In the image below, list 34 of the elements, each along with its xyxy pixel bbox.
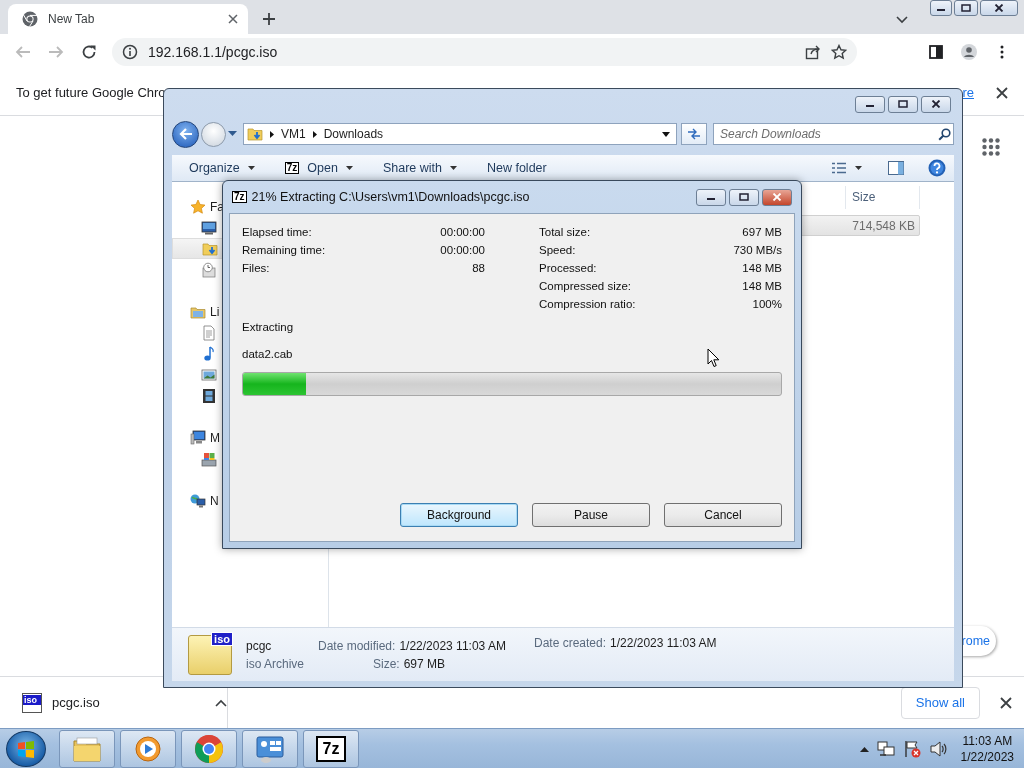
file-icon-label: iso <box>23 694 41 705</box>
app-logo-icon: 7z <box>316 735 346 762</box>
stat-label: Compressed size: <box>539 280 633 292</box>
app-logo-icon: 7z <box>284 162 300 174</box>
file-icon-label: iso <box>211 631 233 646</box>
detail-label: Date created: <box>534 636 607 650</box>
stat-value: 148 MB <box>741 280 782 292</box>
stat-label: Compression ratio: <box>539 298 637 310</box>
stat-value: 697 MB <box>741 226 782 238</box>
status-text: Extracting <box>242 321 294 333</box>
detail-label: Date modified: <box>318 638 396 653</box>
stat-label: Files: <box>242 262 271 274</box>
stat-value: 00:00:00 <box>440 244 485 256</box>
stat-value: 730 MB/s <box>733 244 782 256</box>
stat-label: Speed: <box>539 244 577 256</box>
file-name: pcgc <box>246 638 273 653</box>
stat-label: Remaining time: <box>242 244 327 256</box>
stat-label: Processed: <box>539 262 598 274</box>
download-filename: pcgc.iso <box>52 695 101 710</box>
window-title: 21% Extracting C:\Users\vm1\Downloads\pcgc.iso <box>251 190 531 204</box>
stat-value: 88 <box>471 262 485 274</box>
detail-value: 1/22/2023 11:03 AM <box>399 638 506 653</box>
current-file: data2.cab <box>242 348 293 360</box>
detail-label: Size: <box>373 656 400 671</box>
stat-value: 00:00:00 <box>440 226 485 238</box>
stat-label: Total size: <box>539 226 592 238</box>
stat-label: Elapsed time: <box>242 226 313 238</box>
detail-value: 1/22/2023 11:03 AM <box>610 636 717 650</box>
app-logo-icon: 7z <box>232 191 247 203</box>
detail-value: 697 MB <box>403 656 446 671</box>
stat-value: 148 MB <box>741 262 782 274</box>
stat-value: 100% <box>751 298 782 310</box>
tab-title: New Tab <box>48 12 96 26</box>
file-type: iso Archive <box>246 656 306 671</box>
